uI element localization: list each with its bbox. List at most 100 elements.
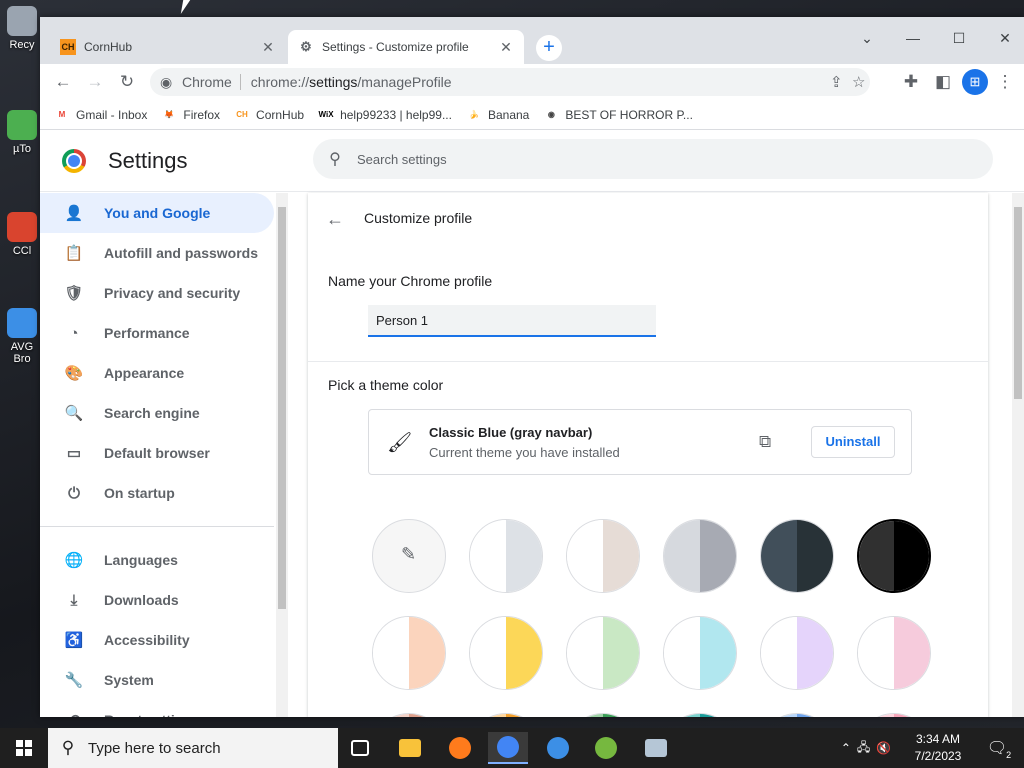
taskbar-search-box[interactable]: ⚲ Type here to search [48, 728, 338, 768]
sidebar-item-search-engine[interactable]: 🔍 Search engine [40, 393, 274, 433]
open-external-icon[interactable]: ⧉ [759, 432, 771, 452]
sidebar-item-performance[interactable]: ◔ Performance [40, 313, 274, 353]
desktop-shortcut[interactable]: Recy [4, 6, 40, 51]
uninstall-button[interactable]: Uninstall [811, 426, 895, 458]
sidebar-item-label: Autofill and passwords [104, 245, 259, 261]
forward-icon[interactable]: → [82, 69, 108, 95]
tab-settings[interactable]: ⚙ Settings - Customize profile ✕ [288, 30, 524, 64]
customize-profile-card: ← Customize profile Name your Chrome pro… [308, 193, 988, 717]
omnibox[interactable]: ◉ Chrome chrome://settings/manageProfile… [150, 68, 870, 96]
side-panel-icon[interactable]: ◧ [930, 69, 956, 95]
sidebar-item-label: Default browser [104, 445, 210, 461]
wix-icon: WiX [318, 110, 334, 119]
theme-color-swatch[interactable]: ✎ [372, 519, 446, 593]
desktop-shortcut[interactable]: µTo [4, 110, 40, 155]
bookmark-item[interactable]: 🦊 Firefox [161, 107, 220, 123]
taskbar-search-placeholder: Type here to search [88, 739, 221, 757]
taskbar-app[interactable] [586, 732, 626, 764]
volume-muted-icon[interactable]: 🔇 [876, 741, 891, 755]
theme-color-swatch[interactable] [469, 713, 543, 717]
share-icon[interactable]: ⇪ [830, 73, 843, 91]
new-tab-button[interactable]: + [536, 35, 562, 61]
maximize-button[interactable]: ☐ [936, 23, 982, 53]
accessibility-icon: ♿ [64, 632, 84, 649]
theme-color-swatch[interactable] [760, 519, 834, 593]
sidebar-item-default-browser[interactable]: ▭ Default browser [40, 433, 274, 473]
theme-color-swatch[interactable] [663, 713, 737, 717]
tab-close-icon[interactable]: ✕ [498, 39, 514, 56]
sidebar-item-label: Performance [104, 325, 190, 341]
sidebar-item-label: Search engine [104, 405, 200, 421]
desktop-shortcut[interactable]: AVG Bro [4, 308, 40, 365]
theme-color-swatch[interactable] [566, 616, 640, 690]
theme-color-swatch[interactable] [663, 519, 737, 593]
tab-strip: CH CornHub ✕ ⚙ Settings - Customize prof… [40, 17, 1024, 64]
chevron-up-icon[interactable]: ⌃ [841, 741, 851, 755]
theme-color-swatch[interactable] [566, 519, 640, 593]
bookmark-item[interactable]: M Gmail - Inbox [54, 107, 148, 123]
theme-color-swatch[interactable] [760, 713, 834, 717]
taskbar-app[interactable] [390, 732, 430, 764]
tab-cornhub[interactable]: CH CornHub ✕ [50, 30, 286, 64]
theme-color-swatch[interactable] [857, 519, 931, 593]
theme-color-swatch[interactable] [372, 616, 446, 690]
theme-color-swatch[interactable] [469, 616, 543, 690]
page-scrollbar[interactable] [1012, 193, 1024, 717]
taskbar-app[interactable] [440, 732, 480, 764]
speedometer-icon: ◔ [69, 324, 79, 342]
theme-color-swatch[interactable] [760, 616, 834, 690]
minimize-button[interactable]: — [890, 23, 936, 53]
bookmark-item[interactable]: ◉ BEST OF HORROR P... [543, 107, 693, 123]
sidebar-item-reset-settings[interactable]: ⟲ Reset settings [40, 700, 274, 717]
tab-close-icon[interactable]: ✕ [260, 39, 276, 56]
theme-color-swatch[interactable] [469, 519, 543, 593]
bookmark-item[interactable]: WiX help99233 | help99... [318, 107, 452, 123]
profile-name-input[interactable]: Person 1 [368, 305, 656, 337]
taskbar-clock[interactable]: 3:34 AM 7/2/2023 [898, 731, 978, 765]
notifications-icon[interactable]: 🗨 2 [982, 728, 1012, 768]
bookmark-item[interactable]: 🍌 Banana [466, 107, 529, 123]
bookmark-star-icon[interactable]: ☆ [852, 73, 865, 91]
bookmark-item[interactable]: CH CornHub [234, 107, 304, 123]
back-icon[interactable]: ← [50, 69, 76, 95]
sidebar-item-privacy-and-security[interactable]: 🛡 Privacy and security [40, 273, 274, 313]
settings-search-input[interactable]: ⚲ Search settings [313, 139, 993, 179]
sidebar-item-appearance[interactable]: 🎨 Appearance [40, 353, 274, 393]
sidebar-item-on-startup[interactable]: ⏻ On startup [40, 473, 274, 513]
theme-color-label: Pick a theme color [328, 377, 444, 393]
start-button[interactable] [0, 728, 48, 768]
theme-color-swatch[interactable] [857, 616, 931, 690]
theme-color-swatch[interactable] [663, 616, 737, 690]
sidebar-item-autofill-and-passwords[interactable]: 📋 Autofill and passwords [40, 233, 274, 273]
taskbar-app[interactable] [636, 732, 676, 764]
theme-color-swatch[interactable] [372, 713, 446, 717]
sidebar-item-system[interactable]: 🔧 System [40, 660, 274, 700]
gear-icon: ⚙ [300, 39, 312, 54]
ccleaner-icon [7, 212, 37, 242]
sidebar-item-you-and-google[interactable]: 👤 You and Google [40, 193, 274, 233]
taskbar-app[interactable] [538, 732, 578, 764]
reload-icon[interactable]: ↻ [114, 69, 140, 95]
theme-name: Classic Blue (gray navbar) [429, 425, 593, 440]
extensions-puzzle-icon[interactable]: ✚ [898, 69, 924, 95]
network-icon[interactable]: 🖧 [857, 738, 870, 759]
desktop-shortcut-label: AVG Bro [10, 341, 34, 365]
taskbar-app[interactable] [340, 732, 380, 764]
desktop-shortcut[interactable]: CCl [4, 212, 40, 257]
sidebar-scrollbar[interactable] [276, 193, 288, 717]
theme-color-swatch[interactable] [566, 713, 640, 717]
theme-color-swatch[interactable] [857, 713, 931, 717]
browser-toolbar: ← → ↻ ◉ Chrome chrome://settings/manageP… [40, 64, 1024, 100]
chrome-logo-icon [62, 149, 86, 173]
menu-kebab-icon[interactable]: ⋮ [992, 69, 1018, 95]
sidebar-item-accessibility[interactable]: ♿ Accessibility [40, 620, 274, 660]
back-arrow-icon[interactable]: ← [326, 209, 344, 230]
profile-avatar[interactable]: ⊞ [962, 69, 988, 95]
close-window-button[interactable]: ✕ [982, 23, 1024, 53]
sidebar-item-label: You and Google [104, 205, 211, 221]
paintbrush-icon: 🖌 [387, 432, 413, 454]
taskbar-app[interactable] [488, 732, 528, 764]
tab-search-icon[interactable]: ⌄ [844, 23, 890, 53]
sidebar-item-downloads[interactable]: ⤓ Downloads [40, 580, 274, 620]
sidebar-item-languages[interactable]: 🌐 Languages [40, 540, 274, 580]
